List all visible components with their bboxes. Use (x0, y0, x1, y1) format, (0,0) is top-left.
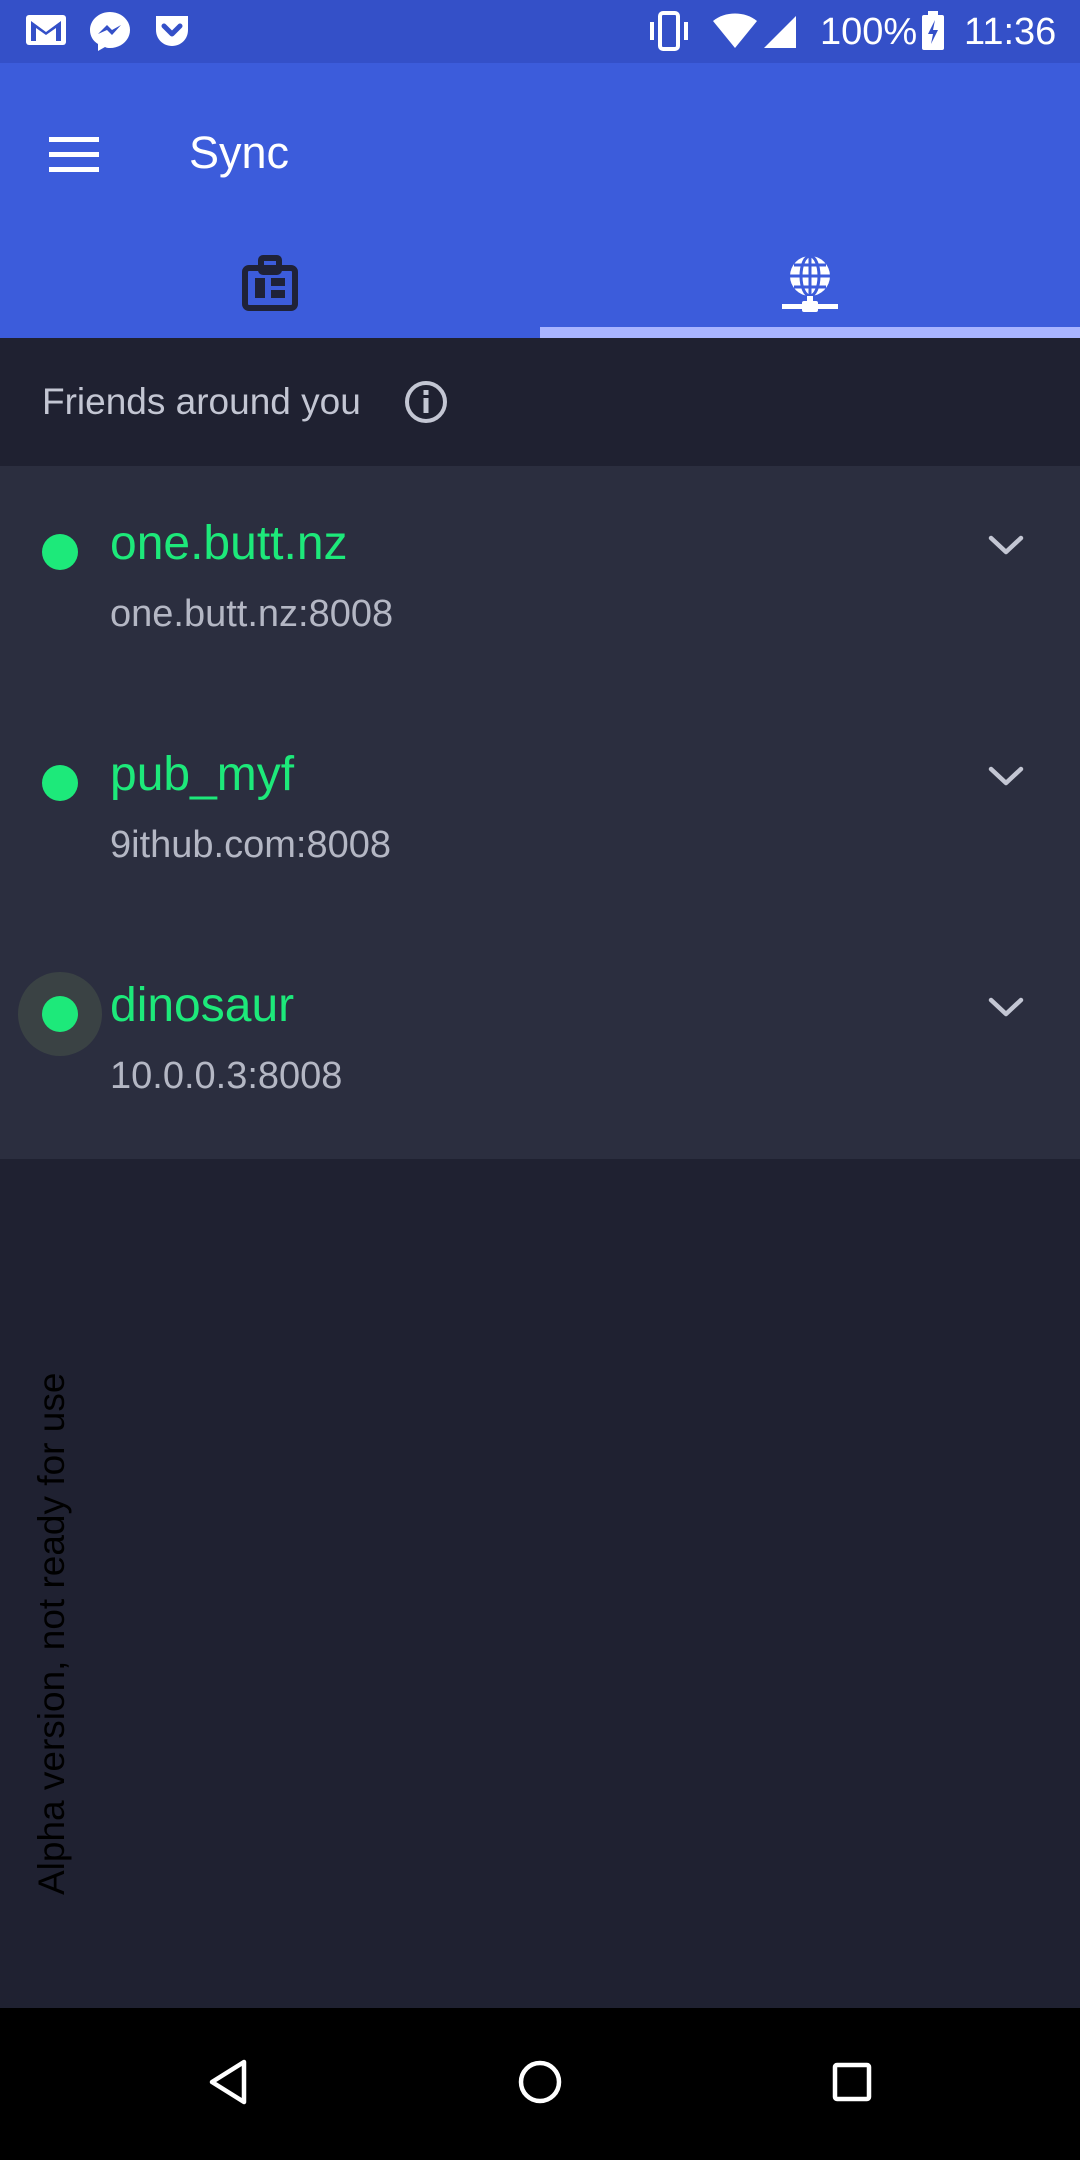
online-status-dot (42, 996, 78, 1032)
vibrate-icon (646, 10, 692, 57)
peer-name: dinosaur (110, 979, 295, 1032)
app-bar: Sync (0, 63, 1080, 338)
peer-address: 9ithub.com:8008 (110, 824, 391, 866)
battery-percent: 100% (820, 11, 918, 53)
page-title: Sync (189, 127, 290, 178)
battery-charging-icon (920, 10, 946, 57)
gmail-icon (24, 10, 68, 55)
recents-button[interactable] (812, 2044, 892, 2124)
alpha-version-note: Alpha version, not ready for use (31, 1372, 72, 1895)
online-status-dot (42, 534, 78, 570)
status-bar: 100% 11:36 (0, 0, 1080, 63)
hamburger-menu-icon (49, 136, 99, 178)
tab-network[interactable] (540, 233, 1080, 338)
dashboard-icon (241, 254, 299, 317)
info-icon[interactable] (402, 378, 450, 426)
section-title: Friends around you (42, 381, 361, 422)
back-icon (206, 2058, 250, 2111)
chevron-down-icon[interactable] (976, 516, 1036, 576)
tab-dashboard[interactable] (0, 233, 540, 338)
chevron-down-icon[interactable] (976, 747, 1036, 807)
clock: 11:36 (964, 11, 1057, 53)
recents-icon (831, 2061, 873, 2108)
pocket-icon (152, 10, 192, 55)
menu-button[interactable] (30, 113, 118, 201)
signal-icon (762, 10, 798, 55)
peer-address: 10.0.0.3:8008 (110, 1055, 343, 1097)
peer-name: one.butt.nz (110, 517, 348, 570)
online-status-dot (42, 765, 78, 801)
home-icon (516, 2058, 564, 2111)
wifi-icon (712, 10, 758, 55)
peer-name: pub_myf (110, 748, 295, 801)
peer-list: one.butt.nz one.butt.nz:8008 pub_myf 9it… (0, 466, 1080, 1159)
list-item[interactable]: pub_myf 9ithub.com:8008 (0, 697, 1080, 928)
home-button[interactable] (500, 2044, 580, 2124)
chevron-down-icon[interactable] (976, 978, 1036, 1038)
messenger-icon (88, 10, 132, 57)
list-item[interactable]: one.butt.nz one.butt.nz:8008 (0, 466, 1080, 697)
network-globe-icon (780, 252, 840, 319)
nav-bar (0, 2008, 1080, 2160)
peer-address: one.butt.nz:8008 (110, 593, 394, 635)
tab-indicator (540, 327, 1080, 338)
back-button[interactable] (188, 2044, 268, 2124)
list-item[interactable]: dinosaur 10.0.0.3:8008 (0, 928, 1080, 1159)
section-header: Friends around you (0, 338, 1080, 466)
